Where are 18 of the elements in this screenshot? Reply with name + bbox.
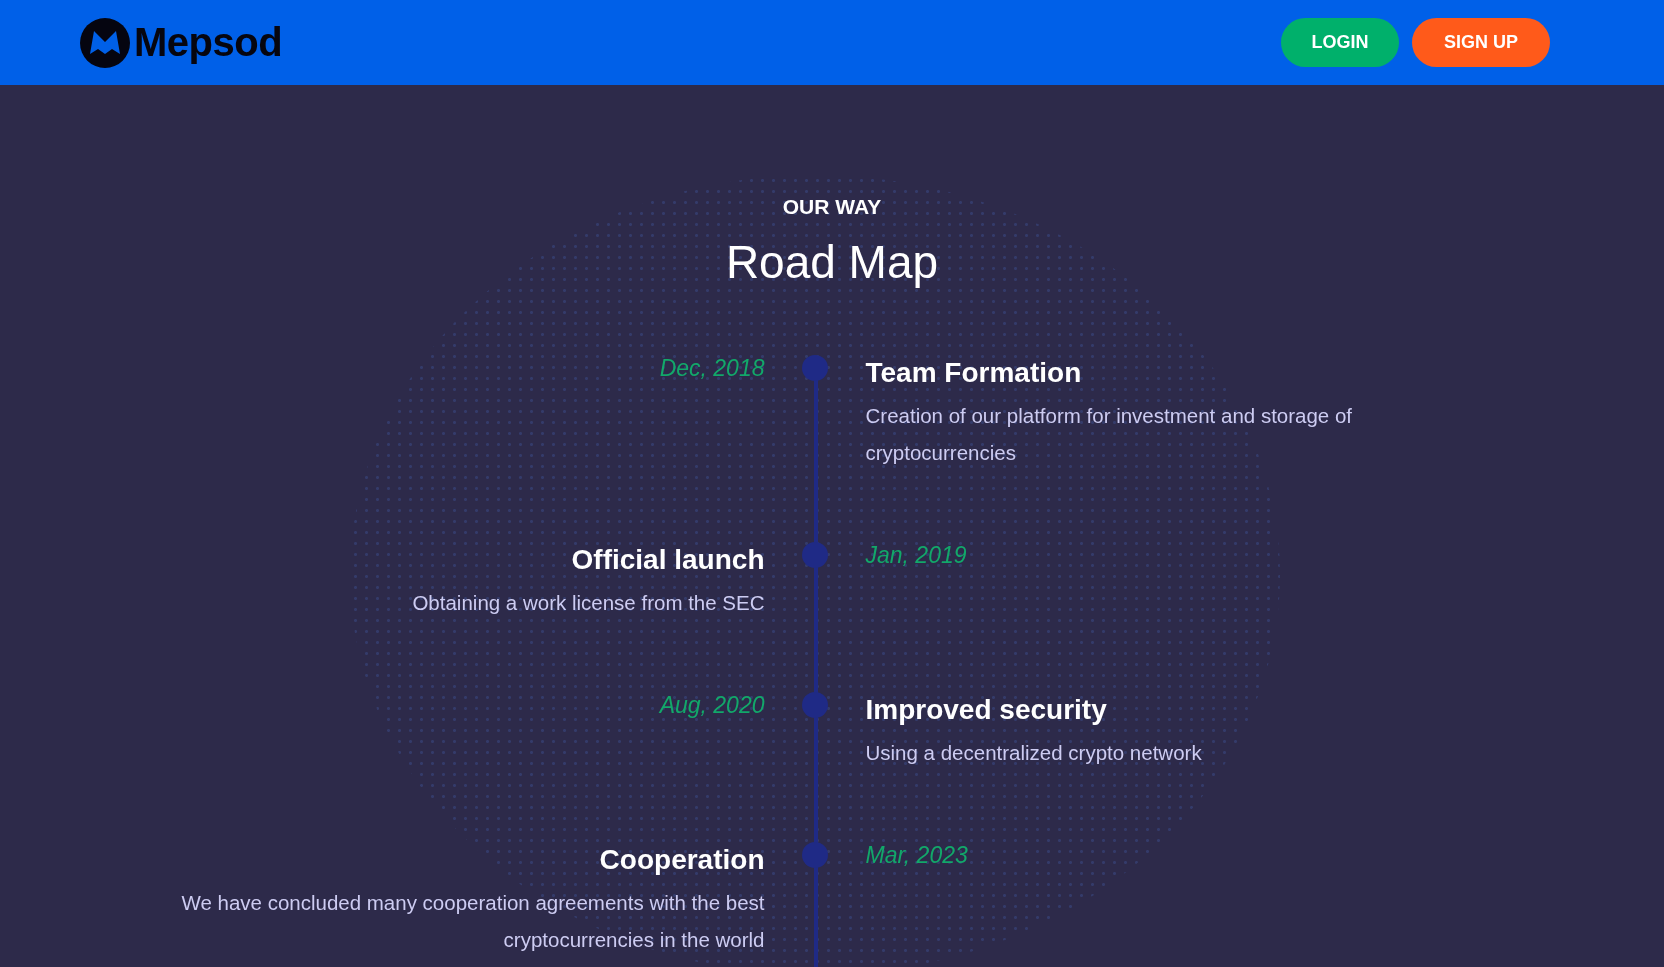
login-button[interactable]: LOGIN [1281, 18, 1399, 67]
milestone-description: Creation of our platform for investment and storage of cryptocurrencies [865, 403, 1354, 466]
milestone-description: We have concluded many cooperation agreements with the best cryptocurrencies in the world [180, 890, 765, 953]
milestone-date: Mar, 2023 [865, 842, 968, 869]
milestone-description: Obtaining a work license from the SEC [412, 590, 765, 616]
logo-icon [80, 17, 130, 68]
section-eyebrow: OUR WAY [782, 195, 882, 219]
milestone-title: Cooperation [599, 844, 765, 876]
milestone-date: Jan, 2019 [865, 542, 967, 569]
signup-button[interactable]: SIGN UP [1412, 18, 1550, 67]
milestone-title: Improved security [865, 694, 1107, 726]
milestone-title: Team Formation [865, 357, 1082, 389]
section-title: Road Map [725, 235, 939, 289]
milestone-description: Using a decentralized crypto network [865, 740, 1202, 766]
logo-text: Mepsod [134, 20, 283, 65]
milestone-title: Official launch [571, 544, 765, 576]
milestone-date: Aug, 2020 [659, 692, 765, 719]
milestone-date: Dec, 2018 [659, 355, 765, 382]
